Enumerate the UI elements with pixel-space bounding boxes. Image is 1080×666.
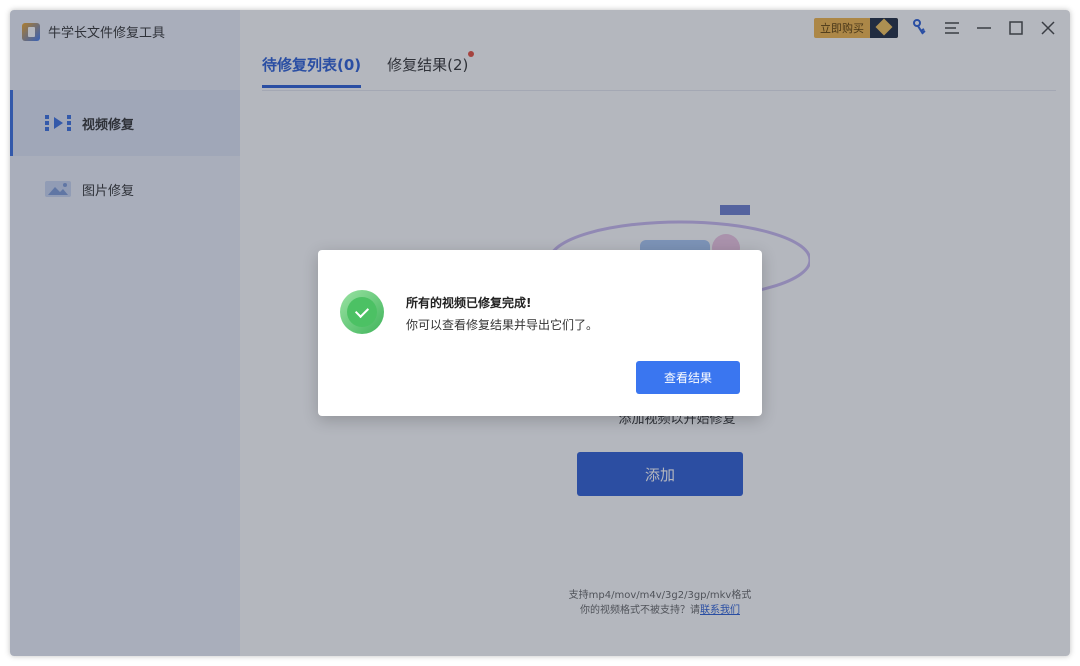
success-check-icon <box>340 290 384 334</box>
dialog-message: 你可以查看修复结果并导出它们了。 <box>406 318 599 332</box>
repair-complete-dialog: 所有的视频已修复完成! 你可以查看修复结果并导出它们了。 查看结果 <box>318 250 762 416</box>
view-results-button[interactable]: 查看结果 <box>636 361 740 394</box>
app-window: 牛学长文件修复工具 视频修复 图片修复 待修复列表(0) 修复结果(2) 立即购… <box>10 10 1070 656</box>
dialog-title: 所有的视频已修复完成! <box>406 296 532 310</box>
